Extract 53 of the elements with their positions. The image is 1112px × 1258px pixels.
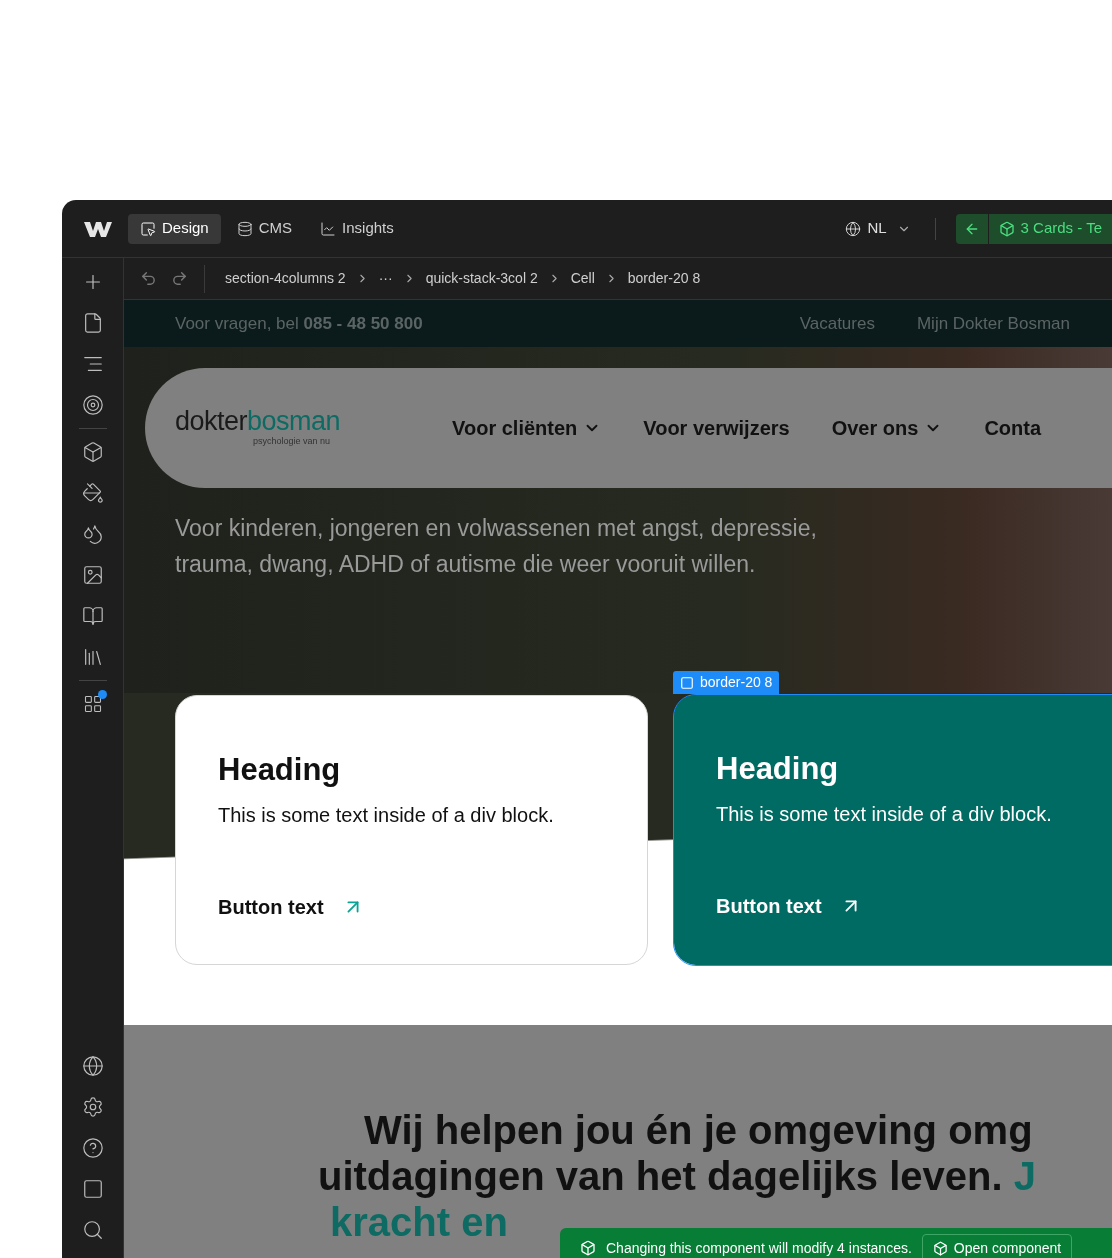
mode-tab[interactable]: CMS [224, 213, 305, 244]
droplets-icon [81, 523, 104, 545]
logo-icon [84, 219, 112, 238]
breadcrumb-item[interactable]: border-20 8 [627, 268, 701, 289]
square-icon [680, 675, 694, 690]
component-name: 3 Cards - Te [988, 217, 1112, 240]
mode-tab[interactable]: Design [128, 213, 221, 244]
component-icon [81, 441, 104, 463]
breadcrumb-item[interactable]: quick-stack-3col 2 [425, 268, 538, 289]
selection-label: border-20 8 [673, 671, 780, 694]
search-icon [81, 1219, 104, 1241]
settings-icon [81, 1096, 104, 1118]
globe-icon [845, 220, 862, 237]
card-text: This is some text inside of a div block. [218, 803, 555, 828]
line-chart-icon [320, 220, 337, 237]
card-heading: Heading [716, 751, 840, 787]
breadcrumb-item[interactable]: Cell [570, 268, 595, 289]
database-icon [236, 220, 253, 237]
card-heading: Heading [218, 752, 342, 788]
toast-message: Changing this component will modify 4 instances. [606, 1238, 912, 1258]
logo-wordmark: dokterbosman [175, 407, 341, 436]
nav-link[interactable]: Conta [984, 413, 1042, 443]
section-heading-line: kracht en [330, 1199, 508, 1245]
open-component-button[interactable]: Open component [921, 1234, 1073, 1258]
hero-text: Voor kinderen, jongeren en volwassenen met angst, depressie, trauma, dwang, ADHD of autisme die weer vooruit willen. [175, 514, 818, 579]
cube-icon [998, 220, 1015, 237]
breadcrumb-item[interactable]: section-4columns 2 [225, 268, 346, 289]
apps-icon [82, 694, 103, 714]
globe-icon [81, 1055, 104, 1077]
locale-dropdown[interactable]: NL [845, 217, 911, 240]
nav-link[interactable]: Voor verwijzers [643, 413, 790, 443]
cursor-square-icon [140, 220, 156, 237]
book-icon [81, 605, 104, 627]
nav-link[interactable]: Over ons [831, 413, 943, 443]
phone-text: Voor vragen, bel 085 - 48 50 800 [175, 312, 423, 335]
undo-button[interactable] [140, 270, 157, 287]
card-button[interactable]: Button text [716, 891, 862, 921]
component-icon [580, 1240, 596, 1256]
logo-tagline: psychologie van nu [253, 435, 331, 449]
breadcrumb-item[interactable]: ··· [378, 268, 393, 289]
nav-link[interactable]: Voor cliënten [452, 413, 602, 443]
help-icon [81, 1137, 104, 1159]
section-heading-line: Wij helpen jou én je omgeving omg [364, 1107, 1033, 1153]
square-icon [81, 1178, 104, 1200]
card-button[interactable]: Button text [218, 892, 364, 922]
redo-button[interactable] [171, 270, 188, 287]
image-icon [81, 564, 104, 586]
paint-bucket-icon [81, 482, 104, 504]
target-icon [81, 394, 104, 416]
cube-icon [932, 1240, 948, 1256]
card-text: This is some text inside of a div block. [716, 802, 1053, 827]
mode-tab[interactable]: Insights [308, 213, 406, 244]
section-heading-line: uitdagingen van het dagelijks leven. J [318, 1153, 1036, 1199]
